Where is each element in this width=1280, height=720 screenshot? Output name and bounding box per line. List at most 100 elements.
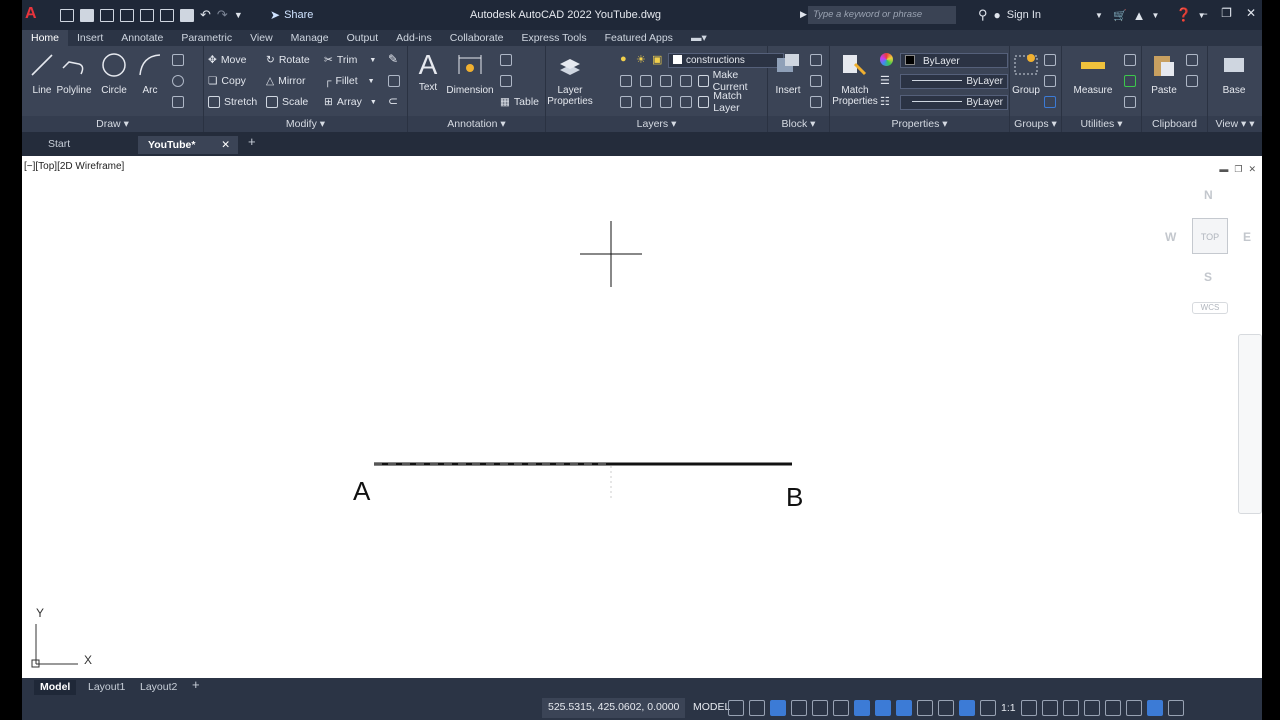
customization-menu-icon[interactable]: [1167, 700, 1184, 716]
insert-button[interactable]: Insert: [770, 52, 806, 96]
copy-button[interactable]: ❏ Copy: [208, 73, 246, 89]
chevron-down-icon[interactable]: ▼: [1152, 11, 1160, 20]
panel-title-properties[interactable]: Properties ▾: [830, 116, 1009, 132]
group-select-icon[interactable]: [1044, 96, 1056, 108]
sign-in-button[interactable]: Sign In: [1007, 9, 1041, 21]
layout-tab-layout2[interactable]: Layout2: [140, 680, 177, 695]
panel-title-utilities[interactable]: Utilities ▾: [1062, 116, 1141, 132]
lineweight-dropdown[interactable]: ByLayer: [900, 95, 1008, 110]
tab-home[interactable]: Home: [22, 30, 69, 46]
explode-icon[interactable]: [388, 75, 400, 87]
match-properties-button[interactable]: Match Properties: [830, 52, 878, 107]
panel-title-draw[interactable]: Draw ▾: [22, 116, 203, 132]
hatch-icon[interactable]: [172, 96, 184, 108]
group-button[interactable]: Group: [1008, 52, 1044, 96]
tab-collaborate[interactable]: Collaborate: [441, 30, 513, 46]
layer-thaw-icon[interactable]: [660, 96, 672, 108]
cart-icon[interactable]: 🛒: [1113, 9, 1127, 22]
isodraft-icon[interactable]: [812, 700, 828, 716]
search-input[interactable]: Type a keyword or phrase: [808, 6, 956, 24]
selection-cycling-icon[interactable]: [917, 700, 933, 716]
share-button[interactable]: ➤ Share: [270, 8, 313, 22]
tab-view[interactable]: View: [241, 30, 282, 46]
ribbon-toggle-icon[interactable]: ▬▾: [682, 30, 716, 46]
restore-icon[interactable]: ❐: [1221, 6, 1232, 20]
mirror-button[interactable]: △ Mirror: [266, 73, 306, 89]
panel-title-layers[interactable]: Layers ▾: [546, 116, 767, 132]
plot-icon[interactable]: [180, 8, 194, 22]
move-button[interactable]: ✥ Move: [208, 52, 247, 68]
base-button[interactable]: Base: [1216, 52, 1252, 96]
open-web-icon[interactable]: [140, 8, 154, 22]
offset-icon[interactable]: ⊂: [388, 94, 398, 108]
compass-west[interactable]: W: [1165, 230, 1176, 244]
match-layer-button[interactable]: Match Layer: [698, 90, 767, 114]
id-point-icon[interactable]: [1124, 54, 1136, 66]
file-tab-start[interactable]: Start: [48, 136, 70, 154]
arc-button[interactable]: Arc: [132, 52, 168, 96]
tab-annotate[interactable]: Annotate: [112, 30, 172, 46]
panel-title-block[interactable]: Block ▾: [768, 116, 829, 132]
circle-button[interactable]: Circle: [96, 52, 132, 96]
cut-icon[interactable]: [1186, 54, 1198, 66]
customize-qat-icon[interactable]: ▼: [234, 10, 243, 20]
layer-lock-icon[interactable]: [680, 75, 692, 87]
layer-unlock-icon[interactable]: [680, 96, 692, 108]
save-icon[interactable]: [100, 8, 114, 22]
make-current-button[interactable]: Make Current: [698, 69, 767, 93]
rotate-button[interactable]: ↻ Rotate: [266, 52, 310, 68]
layer-freeze-icon[interactable]: [660, 75, 672, 87]
chevron-down-icon[interactable]: ▼: [370, 99, 377, 106]
text-button[interactable]: A Text: [410, 51, 446, 94]
compass-south[interactable]: S: [1204, 270, 1212, 284]
polyline-button[interactable]: Polyline: [56, 52, 92, 96]
redo-icon[interactable]: ↷: [217, 7, 228, 23]
graphics-performance-icon[interactable]: [1125, 700, 1142, 716]
new-layout-icon[interactable]: +: [192, 678, 200, 693]
layer-off-icon[interactable]: [620, 75, 632, 87]
quick-properties-icon[interactable]: [1083, 700, 1100, 716]
tab-manage[interactable]: Manage: [282, 30, 338, 46]
tab-insert[interactable]: Insert: [68, 30, 112, 46]
save-as-icon[interactable]: [120, 8, 134, 22]
panel-title-groups[interactable]: Groups ▾: [1010, 116, 1061, 132]
array-button[interactable]: ⊞ Array ▼: [324, 94, 377, 110]
edit-attributes-icon[interactable]: [810, 96, 822, 108]
scale-button[interactable]: Scale: [266, 94, 308, 110]
compass-east[interactable]: E: [1243, 230, 1251, 244]
snap-icon[interactable]: [749, 700, 765, 716]
chevron-down-icon[interactable]: ▼: [1095, 11, 1103, 20]
linetype-dropdown[interactable]: ByLayer: [900, 74, 1008, 89]
object-snap-icon[interactable]: [854, 700, 870, 716]
autodesk-app-icon[interactable]: ▲: [1133, 8, 1146, 23]
layout-tab-model[interactable]: Model: [34, 680, 77, 695]
color-dropdown[interactable]: ByLayer: [900, 53, 1008, 68]
chevron-down-icon[interactable]: ▼: [368, 78, 375, 85]
undo-icon[interactable]: ↶: [200, 7, 211, 23]
annotation-visibility-icon[interactable]: [980, 700, 996, 716]
open-file-icon[interactable]: [80, 8, 94, 22]
trim-button[interactable]: ✂ Trim ▼: [324, 52, 376, 68]
wcs-menu[interactable]: WCS: [1192, 302, 1228, 314]
fillet-button[interactable]: ┌ Fillet ▼: [324, 73, 375, 89]
compass-north[interactable]: N: [1204, 188, 1213, 202]
units-icon[interactable]: [1062, 700, 1079, 716]
panel-title-modify[interactable]: Modify ▾: [204, 116, 407, 132]
tab-add-ins[interactable]: Add-ins: [387, 30, 441, 46]
paste-button[interactable]: Paste: [1146, 52, 1182, 96]
panel-title-view[interactable]: View ▾ ▾: [1208, 116, 1262, 132]
line-button[interactable]: Line: [24, 52, 60, 96]
calculator-icon[interactable]: [1124, 96, 1136, 108]
file-tab-youtube[interactable]: YouTube* ✕: [138, 136, 238, 154]
object-snap-tracking-icon[interactable]: [833, 700, 849, 716]
erase-icon[interactable]: ✎: [388, 52, 398, 66]
layer-isolate-icon[interactable]: [640, 75, 652, 87]
group-edit-icon[interactable]: [1044, 75, 1056, 87]
minimize-icon[interactable]: –: [1200, 6, 1207, 20]
layer-dropdown[interactable]: constructions: [668, 53, 784, 68]
panel-title-clipboard[interactable]: Clipboard: [1142, 116, 1207, 132]
layer-properties-button[interactable]: Layer Properties: [546, 52, 594, 107]
layer-unisolate-icon[interactable]: [640, 96, 652, 108]
layout-tab-layout1[interactable]: Layout1: [88, 680, 125, 695]
tab-featured-apps[interactable]: Featured Apps: [596, 30, 682, 46]
